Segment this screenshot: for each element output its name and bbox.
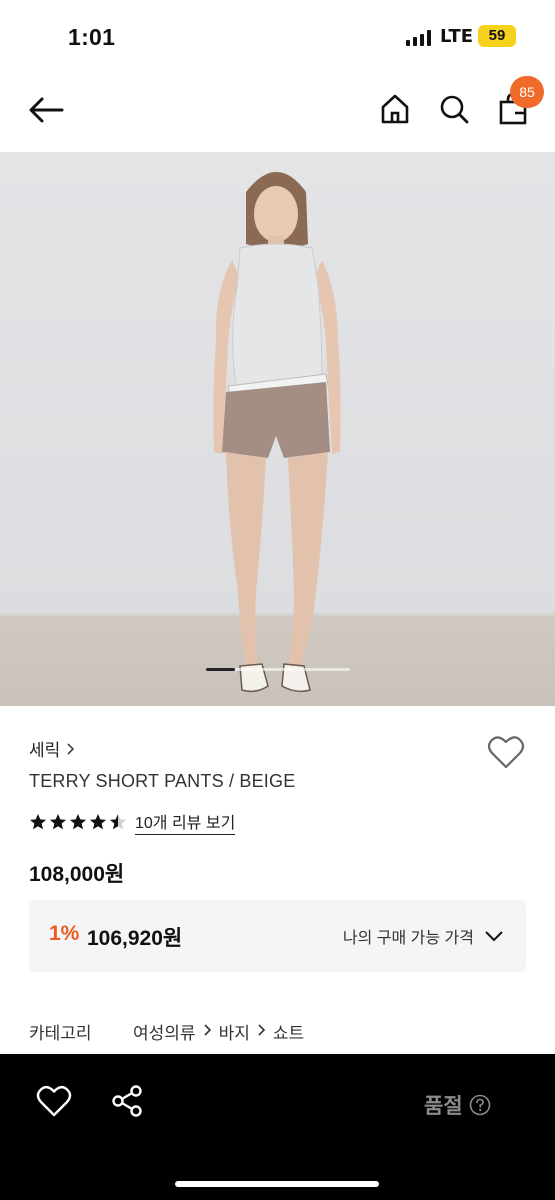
network-type: LTE (440, 26, 474, 47)
soldout-label: 품절 (424, 1095, 463, 1118)
chevron-down-icon (485, 931, 503, 942)
battery-icon: 59 (478, 25, 516, 47)
rating-stars (29, 813, 127, 831)
category-crumb[interactable]: 쇼트 (273, 1019, 304, 1044)
soldout-status: 품절 (424, 1090, 491, 1120)
product-image-gallery[interactable] (0, 152, 555, 706)
chevron-right-icon (203, 1022, 212, 1042)
category-row: 카테고리 여성의류 바지 쇼트 (29, 1019, 304, 1044)
search-button[interactable] (433, 88, 475, 130)
category-crumb[interactable]: 바지 (219, 1019, 250, 1044)
brand-name: 세릭 (29, 741, 61, 760)
chevron-right-icon (67, 742, 75, 755)
discount-percent: 1% (49, 922, 80, 945)
star-icon (50, 814, 66, 830)
share-button[interactable] (110, 1084, 144, 1118)
category-crumb[interactable]: 여성의류 (133, 1019, 196, 1044)
my-price-label: 나의 구매 가능 가격 (342, 930, 474, 947)
brand-link[interactable]: 세릭 (29, 736, 76, 761)
share-icon (112, 1085, 142, 1117)
category-label: 카테고리 (29, 1024, 92, 1043)
model-photo (213, 172, 341, 693)
question-circle-icon[interactable] (469, 1094, 491, 1116)
rating-row: 10개 리뷰 보기 (29, 809, 236, 835)
status-bar: 1:01 LTE 59 (0, 0, 555, 72)
like-button[interactable] (36, 1084, 72, 1118)
gallery-indicator-active (206, 668, 235, 671)
heart-icon (36, 1086, 72, 1117)
signal-icon (406, 30, 431, 46)
star-icon (110, 814, 126, 830)
status-time: 1:01 (68, 24, 116, 50)
search-icon (440, 95, 469, 124)
category-breadcrumb: 여성의류 바지 쇼트 (133, 1019, 304, 1044)
home-icon (381, 94, 409, 124)
review-link[interactable]: 10개 리뷰 보기 (135, 809, 236, 835)
back-arrow-icon (29, 97, 64, 123)
product-price: 108,000원 (29, 863, 125, 886)
discount-price-box[interactable]: 1% 106,920원 나의 구매 가능 가격 (29, 900, 526, 972)
my-price-toggle[interactable]: 나의 구매 가능 가격 (343, 924, 504, 948)
wishlist-button[interactable] (487, 734, 525, 770)
home-button[interactable] (374, 88, 416, 130)
star-icon (30, 814, 46, 830)
heart-outline-icon (487, 736, 525, 769)
gallery-indicator (206, 668, 350, 671)
star-icon (70, 814, 86, 830)
product-name: TERRY SHORT PANTS / BEIGE (29, 771, 296, 791)
chevron-right-icon (257, 1022, 266, 1042)
star-icon (90, 814, 106, 830)
cart-count-badge: 85 (510, 76, 544, 108)
bottom-action-bar: 품절 (0, 1054, 555, 1200)
back-button[interactable] (24, 90, 68, 130)
discount-price: 106,920원 (87, 927, 183, 950)
home-indicator (175, 1181, 379, 1187)
top-nav-bar (0, 72, 555, 152)
